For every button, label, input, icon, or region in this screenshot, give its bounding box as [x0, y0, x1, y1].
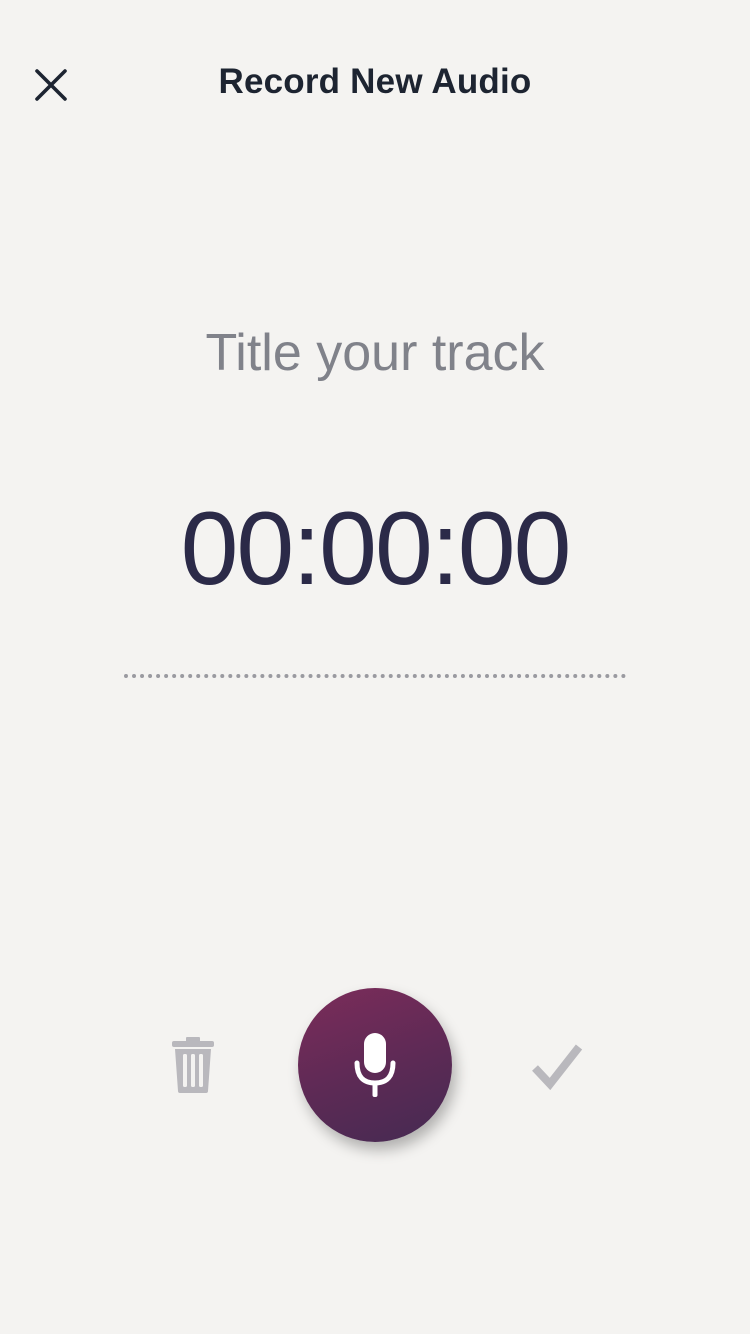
record-button[interactable]	[298, 988, 452, 1142]
microphone-icon	[354, 1033, 396, 1097]
track-title-input[interactable]	[100, 318, 650, 388]
checkmark-icon	[532, 1044, 583, 1090]
page-title: Record New Audio	[218, 62, 532, 101]
save-recording-button[interactable]	[526, 1036, 588, 1096]
delete-recording-button[interactable]	[166, 1034, 220, 1096]
recording-timer: 00:00:00	[180, 491, 572, 607]
waveform-baseline	[124, 674, 626, 678]
header-bar: Record New Audio	[0, 0, 750, 170]
trash-icon	[172, 1037, 214, 1093]
